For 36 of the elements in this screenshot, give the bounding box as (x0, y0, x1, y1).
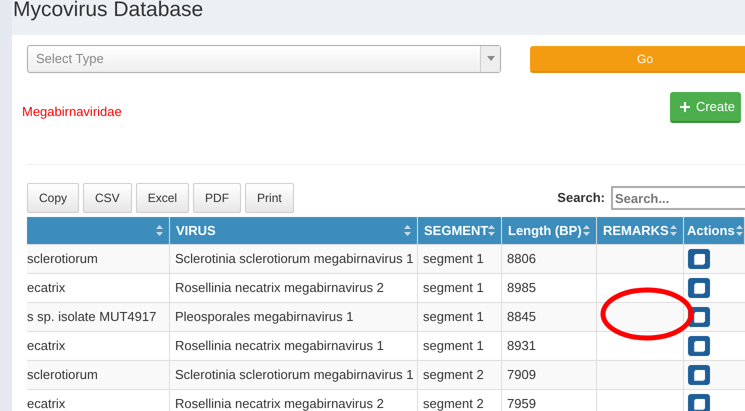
table-cell-text: Sclerotinia sclerotiorum megabirnavirus 1 (175, 250, 414, 268)
export-button[interactable]: Excel (136, 183, 190, 213)
table-cell-text: 8845 (507, 308, 536, 326)
table-cell-text: 8931 (507, 337, 536, 356)
create-button[interactable]: Create (670, 92, 741, 123)
search-field[interactable]: Search... (611, 186, 745, 210)
table-cell-text: ecatrix (27, 279, 66, 298)
export-button[interactable]: PDF (193, 183, 242, 213)
family-label: Megabirnaviridae (22, 103, 122, 121)
table-cell-text: segment 1 (423, 308, 484, 326)
table-cell-text: segment 2 (423, 366, 484, 384)
table-cell-text: sclerotiorum (27, 366, 98, 384)
go-button[interactable]: Go (530, 46, 745, 73)
table-cell-text: ecatrix (27, 337, 66, 356)
table-cell-text: ecatrix (27, 395, 66, 411)
table-cell-text: 7909 (507, 366, 536, 384)
table-cell-text: s sp. isolate MUT4917 (27, 308, 156, 326)
page-title: Mycovirus Database (12, 0, 204, 20)
export-button[interactable]: Print (245, 183, 294, 213)
table-cell-text: 8806 (507, 250, 536, 268)
table-cell-text: Rosellinia necatrix megabirnavirus 2 (175, 279, 384, 298)
table-cell-text: 8985 (507, 279, 536, 298)
table-cell-text: segment 1 (423, 250, 484, 268)
export-button[interactable]: Copy (27, 183, 80, 213)
table-cell-text: Sclerotinia sclerotiorum megabirnavirus 1 (175, 366, 414, 384)
table-cell-text: 7959 (507, 395, 536, 411)
table-cell-text: segment 2 (423, 395, 484, 411)
table-cell-text: sclerotiorum (27, 250, 98, 268)
export-button[interactable]: CSV (83, 183, 132, 213)
search-label: Search: (557, 189, 605, 208)
table-cell-text: Rosellinia necatrix megabirnavirus 2 (175, 395, 384, 411)
table-cell-text: segment 1 (423, 279, 484, 298)
type-select[interactable]: Select Type (27, 44, 501, 72)
table-cell-text: Pleosporales megabirnavirus 1 (175, 308, 354, 326)
table-cell-text: segment 1 (423, 337, 484, 356)
table-cell-text: Rosellinia necatrix megabirnavirus 1 (175, 337, 384, 356)
